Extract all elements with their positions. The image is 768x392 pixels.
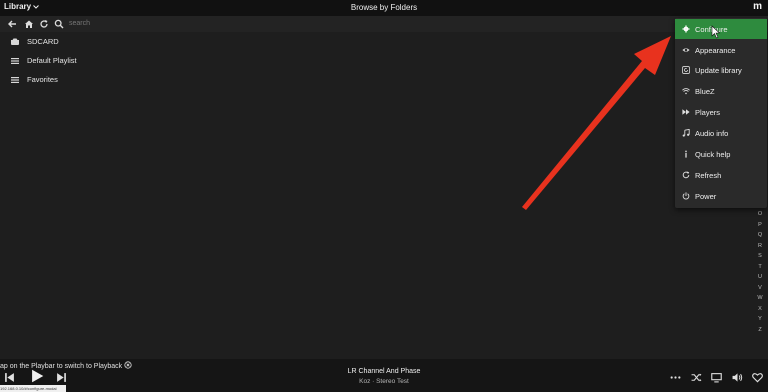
track-subtitle: Koz · Stereo Test [359, 378, 409, 385]
screen-output-icon[interactable] [711, 372, 722, 383]
volume-icon[interactable] [732, 372, 743, 383]
track-title: LR Channel And Phase [347, 368, 421, 375]
annotation-overlay [522, 25, 721, 210]
shuffle-icon[interactable] [691, 372, 702, 383]
status-url-tooltip: 192.168.0.10/#/configure-modal [0, 385, 66, 392]
red-arrow-icon [522, 36, 671, 210]
more-options-icon[interactable] [670, 372, 681, 383]
heart-icon[interactable] [752, 372, 763, 383]
mouse-cursor-icon [711, 25, 721, 39]
